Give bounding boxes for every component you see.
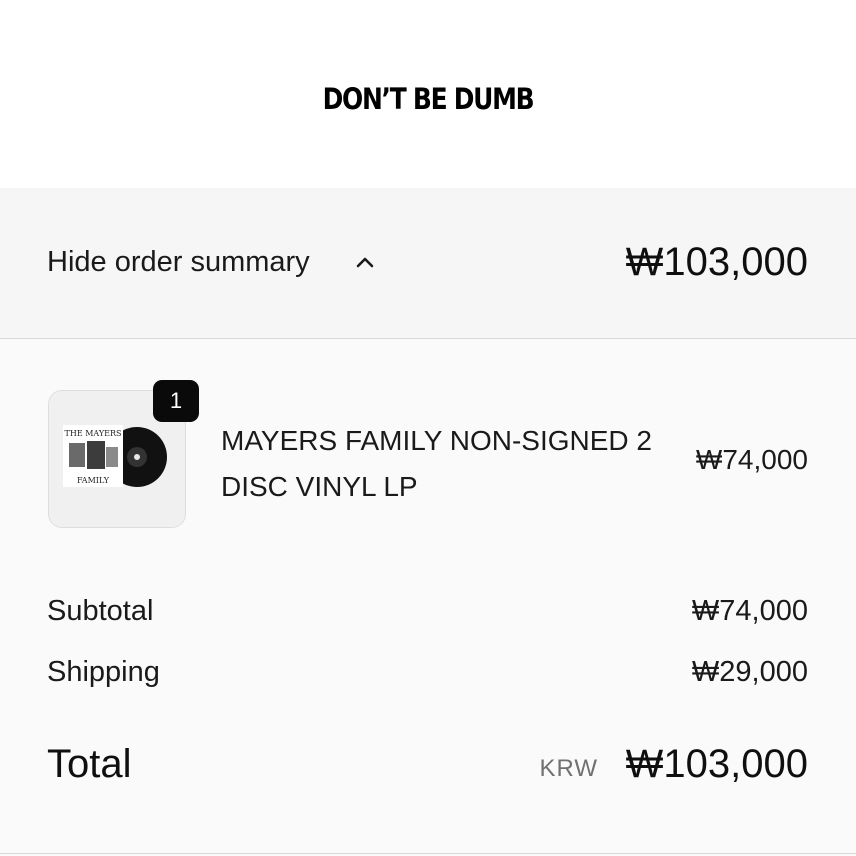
subtotal-label: Subtotal [47, 595, 154, 627]
store-logo[interactable]: DON’T BE DUMB [60, 82, 796, 116]
store-header: DON’T BE DUMB [0, 0, 856, 188]
product-price: ₩74,000 [695, 444, 808, 475]
shipping-label: Shipping [47, 656, 160, 688]
currency-code: KRW [539, 755, 598, 782]
grand-total-value: ₩103,000 [625, 742, 808, 786]
order-summary-toggle-label[interactable]: Hide order summary [47, 244, 310, 280]
subtotal-value: ₩74,000 [691, 595, 808, 627]
album-title-bottom: FAMILY [77, 476, 110, 485]
chevron-up-icon[interactable] [355, 252, 375, 272]
quantity-badge: 1 [153, 380, 199, 422]
summary-total-amount: ₩103,000 [625, 240, 808, 284]
product-name: MAYERS FAMILY NON-SIGNED 2 DISC VINYL LP [221, 425, 652, 502]
album-title-top: THE MAYERS [65, 429, 122, 438]
shipping-value: ₩29,000 [691, 656, 808, 688]
divider [0, 853, 856, 854]
total-label: Total [47, 742, 132, 786]
